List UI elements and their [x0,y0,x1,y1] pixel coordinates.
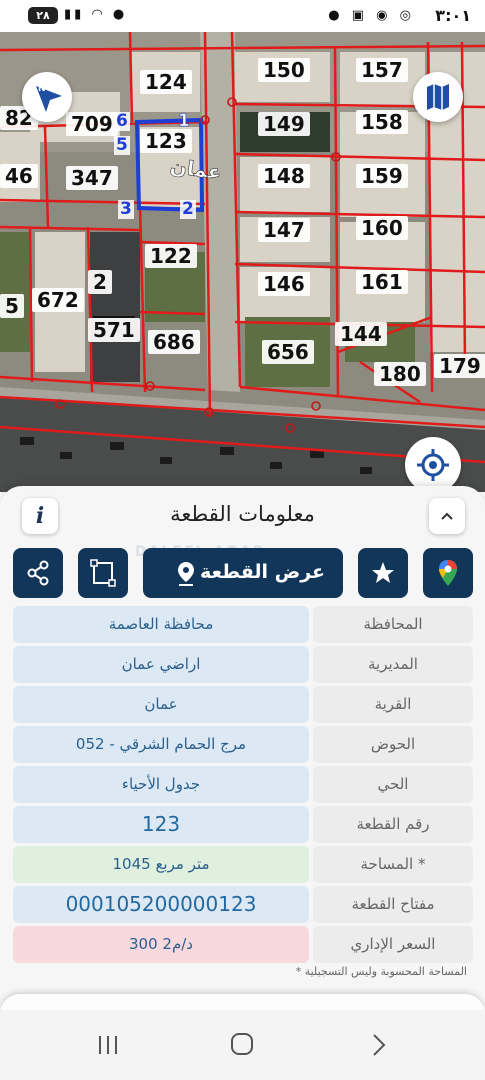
detail-row-parcel-key: 000105200000123 مفتاح القطعة [13,886,473,923]
detail-row-area: 1045 متر مربع المساحة * [13,846,473,883]
vertex-label: 2 [180,199,196,219]
location-pin-icon [178,562,194,586]
share-button[interactable] [13,548,63,598]
parcel-number-value: 123 [13,806,309,843]
vertex-label: 1 [178,111,190,131]
map-icon [427,84,449,110]
village-label: القرية [313,686,473,723]
svg-text:N: N [38,84,46,94]
vertex-label: 6 [114,111,130,131]
show-parcel-label: عرض القطعة [199,561,325,583]
notification-icons: ● ▣ ◉ ◎ [328,8,415,23]
parcel-label[interactable]: 5 [0,294,24,318]
home-button[interactable] [222,1030,262,1060]
parcel-label[interactable]: 149 [258,112,310,136]
back-button[interactable] [360,1030,400,1060]
home-icon [231,1033,253,1055]
detail-row-basin: مرج الحمام الشرقي - 052 الحوض [13,726,473,763]
chevron-right-icon [373,1034,386,1056]
parcel-label[interactable]: 709 [66,112,118,136]
action-bar: عرض القطعة [0,548,485,600]
info-button[interactable]: i [22,498,58,534]
google-maps-button[interactable] [423,548,473,598]
compass-icon: N [36,84,62,112]
parcel-label[interactable]: 148 [258,164,310,188]
detail-row-neighborhood: جدول الأحياء الحي [13,766,473,803]
detail-row-parcel-number: 123 رقم القطعة [13,806,473,843]
parcel-label[interactable]: 147 [258,218,310,242]
parcel-shape-button[interactable] [78,548,128,598]
crosshair-icon [417,449,449,481]
parcel-info-panel: i معلومات القطعة DALEEL AQAR [0,486,485,1006]
share-icon [27,560,49,586]
detail-row-village: عمان القرية [13,686,473,723]
parcel-label[interactable]: 122 [145,244,197,268]
parcel-number-label: رقم القطعة [313,806,473,843]
area-value: 1045 متر مربع [13,846,309,883]
parcel-label[interactable]: 158 [356,110,408,134]
governorate-label: المحافظة [313,606,473,643]
area-footnote: * المساحة المحسوبة وليس التسجيلية [295,965,467,978]
parcel-label[interactable]: 672 [32,288,84,312]
neighborhood-value: جدول الأحياء [13,766,309,803]
signal-wifi-location-icons: ▮▮ ◠ ● [64,7,128,22]
parcel-label[interactable]: 157 [356,58,408,82]
parcel-details-table: محافظة العاصمة المحافظة اراضي عمان المدي… [13,606,473,966]
chevron-up-icon [441,512,453,520]
parcel-label-selected[interactable]: 123 [140,129,192,153]
parcel-key-label: مفتاح القطعة [313,886,473,923]
parcel-label[interactable]: 179 [434,354,485,378]
system-navigation-bar [0,1010,485,1080]
parcel-label[interactable]: 686 [148,330,200,354]
compass-button[interactable]: N [22,72,72,122]
google-maps-icon [439,560,457,586]
status-bar: ٢٨ ▮▮ ◠ ● ● ▣ ◉ ◎ ٣:٠١ [0,0,485,32]
village-value: عمان [13,686,309,723]
governorate-value: محافظة العاصمة [13,606,309,643]
directorate-value: اراضي عمان [13,646,309,683]
parcel-label[interactable]: 161 [356,270,408,294]
parcel-label[interactable]: 150 [258,58,310,82]
detail-row-governorate: محافظة العاصمة المحافظة [13,606,473,643]
parcel-label[interactable]: 144 [335,322,387,346]
admin-price-value: 300 د/م2 [13,926,309,963]
admin-price-label: السعر الإداري [313,926,473,963]
recent-apps-icon [99,1036,117,1054]
favorite-button[interactable] [358,548,408,598]
parcel-label[interactable]: 160 [356,216,408,240]
polygon-frame-icon [90,559,116,587]
basin-label: الحوض [313,726,473,763]
parcel-label[interactable]: 146 [258,272,310,296]
detail-row-directorate: اراضي عمان المديرية [13,646,473,683]
parcel-label[interactable]: 124 [140,70,192,94]
star-icon [372,562,394,583]
parcel-key-value: 000105200000123 [13,886,309,923]
parcel-label[interactable]: 159 [356,164,408,188]
detail-row-admin-price: 300 د/م2 السعر الإداري [13,926,473,963]
map-layers-button[interactable] [413,72,463,122]
recent-apps-button[interactable] [88,1030,128,1060]
parcel-label[interactable]: 180 [374,362,426,386]
battery-indicator: ٢٨ [28,7,58,24]
show-parcel-button[interactable]: عرض القطعة [143,548,343,598]
parcel-label[interactable]: 2 [88,270,112,294]
vertex-label: 3 [118,199,134,219]
directorate-label: المديرية [313,646,473,683]
my-location-button[interactable] [405,437,461,492]
area-label: المساحة * [313,846,473,883]
panel-title: معلومات القطعة [170,502,315,526]
parcel-map[interactable]: 124 150 157 82 709 123 149 158 46 347 14… [0,32,485,492]
clock: ٣:٠١ [435,6,471,25]
parcel-label[interactable]: 571 [88,318,140,342]
basin-value: مرج الحمام الشرقي - 052 [13,726,309,763]
neighborhood-label: الحي [313,766,473,803]
parcel-label[interactable]: 656 [262,340,314,364]
vertex-label: 5 [114,135,130,155]
collapse-button[interactable] [429,498,465,534]
parcel-label[interactable]: 46 [0,164,38,188]
parcel-label[interactable]: 347 [66,166,118,190]
